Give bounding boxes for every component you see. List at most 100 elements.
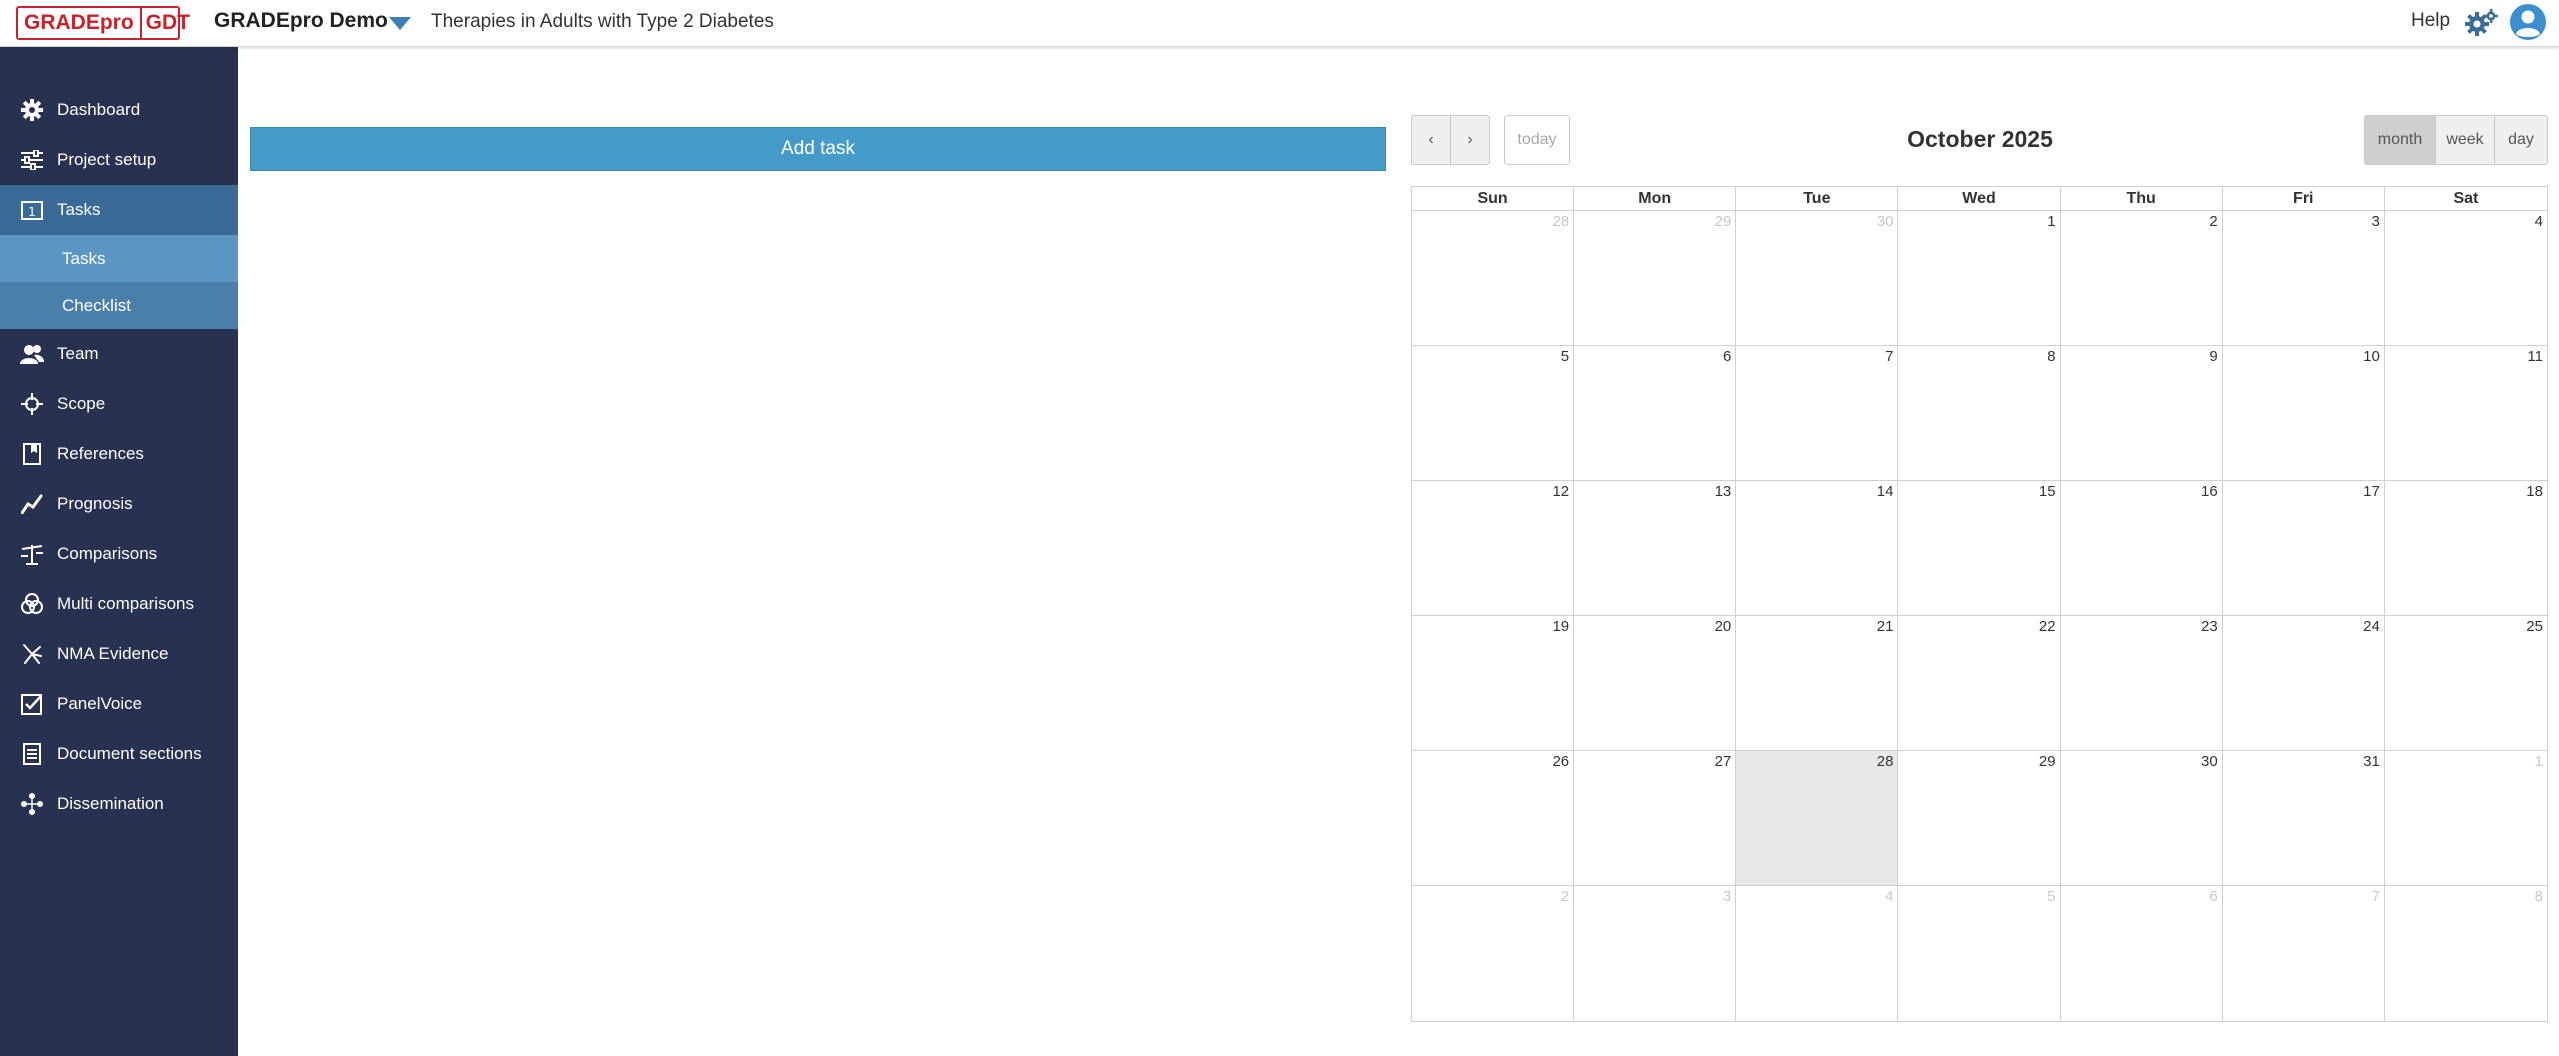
project-name[interactable]: GRADEpro Demo xyxy=(214,9,388,33)
day-number: 12 xyxy=(1552,483,1570,500)
day-cell[interactable]: 6 xyxy=(2061,886,2223,1021)
day-cell[interactable]: 19 xyxy=(1412,616,1575,751)
day-cell[interactable]: 11 xyxy=(2384,346,2547,481)
day-cell[interactable]: 8 xyxy=(2385,886,2547,1021)
calendar-today-button[interactable]: today xyxy=(1504,115,1570,165)
sidebar-subitem-checklist[interactable]: Checklist xyxy=(0,282,238,329)
day-number: 13 xyxy=(1714,483,1732,500)
sidebar-item-panelvoice[interactable]: PanelVoice xyxy=(0,679,238,729)
help-link[interactable]: Help xyxy=(2411,10,2450,32)
day-number: 23 xyxy=(2201,618,2218,635)
view-month-button[interactable]: month xyxy=(2364,115,2436,165)
day-cell[interactable]: 17 xyxy=(2222,481,2385,616)
sidebar-item-dissemination[interactable]: Dissemination xyxy=(0,779,238,829)
book-icon xyxy=(19,441,45,467)
day-number: 2 xyxy=(2209,213,2218,230)
day-cell[interactable]: 12 xyxy=(1412,481,1575,616)
sidebar-item-dashboard[interactable]: Dashboard xyxy=(0,85,238,135)
checkbox-icon xyxy=(19,691,45,717)
day-cell[interactable]: 7 xyxy=(1736,346,1899,481)
sidebar-item-team[interactable]: Team xyxy=(0,329,238,379)
day-cell[interactable]: 28 xyxy=(1412,211,1575,346)
day-number: 4 xyxy=(1885,888,1894,905)
view-day-button[interactable]: day xyxy=(2494,115,2548,165)
day-number: 31 xyxy=(2363,753,2380,770)
calendar-days: 28 29 30 1 2 3 4 5 6 7 8 9 10 11 12 13 1… xyxy=(1412,211,2547,1021)
day-number: 14 xyxy=(1876,483,1894,500)
sidebar-item-tasks[interactable]: 1 Tasks xyxy=(0,185,238,235)
day-number: 16 xyxy=(2201,483,2218,500)
weekday-label: Mon xyxy=(1574,187,1737,210)
day-cell[interactable]: 25 xyxy=(2384,616,2547,751)
day-cell[interactable]: 13 xyxy=(1574,481,1737,616)
day-cell[interactable]: 10 xyxy=(2222,346,2385,481)
sidebar-item-prognosis[interactable]: Prognosis xyxy=(0,479,238,529)
day-cell[interactable]: 8 xyxy=(1898,346,2061,481)
day-cell[interactable]: 2 xyxy=(1412,886,1575,1021)
sidebar-item-nma-evidence[interactable]: NMA Evidence xyxy=(0,629,238,679)
day-cell[interactable]: 18 xyxy=(2384,481,2547,616)
sliders-icon xyxy=(19,147,45,173)
weekday-label: Sat xyxy=(2453,190,2479,207)
day-cell[interactable]: 16 xyxy=(2060,481,2223,616)
logo-text: GRADEpro xyxy=(24,11,134,34)
day-cell[interactable]: 22 xyxy=(1898,616,2061,751)
sidebar-item-label: Project setup xyxy=(57,150,157,169)
day-cell[interactable]: 15 xyxy=(1898,481,2061,616)
day-cell[interactable]: 6 xyxy=(1574,346,1737,481)
day-cell[interactable]: 1 xyxy=(1898,211,2061,346)
day-cell[interactable]: 31 xyxy=(2222,751,2385,886)
user-avatar-icon[interactable] xyxy=(2509,3,2547,41)
day-cell[interactable]: 14 xyxy=(1736,481,1899,616)
venn-icon xyxy=(19,591,45,617)
calendar-next-button[interactable]: › xyxy=(1450,115,1490,165)
day-number: 17 xyxy=(2363,483,2380,500)
day-number: 22 xyxy=(2038,618,2056,635)
day-cell[interactable]: 1 xyxy=(2384,751,2547,886)
sidebar-item-label: NMA Evidence xyxy=(57,644,169,663)
day-cell[interactable]: 7 xyxy=(2223,886,2385,1021)
day-number: 7 xyxy=(1885,348,1894,365)
sidebar-item-label: References xyxy=(57,444,144,463)
sidebar-item-comparisons[interactable]: Comparisons xyxy=(0,529,238,579)
day-cell[interactable]: 2 xyxy=(2060,211,2223,346)
day-cell[interactable]: 3 xyxy=(2222,211,2385,346)
sidebar-item-label: Scope xyxy=(57,394,106,413)
day-number: 11 xyxy=(2527,348,2543,365)
day-cell[interactable]: 21 xyxy=(1736,616,1899,751)
gradepro-logo[interactable]: GRADEpro GDT xyxy=(16,6,190,40)
day-number: 24 xyxy=(2363,618,2380,635)
sidebar-subitem-tasks[interactable]: Tasks xyxy=(0,235,238,282)
day-number: 29 xyxy=(2038,753,2056,770)
day-cell[interactable]: 9 xyxy=(2060,346,2223,481)
day-cell[interactable]: 26 xyxy=(1412,751,1575,886)
sidebar-item-project-setup[interactable]: Project setup xyxy=(0,135,238,185)
day-cell[interactable]: 29 xyxy=(1574,211,1737,346)
settings-gears-icon[interactable] xyxy=(2464,7,2500,37)
day-cell[interactable]: 3 xyxy=(1574,886,1737,1021)
sidebar-item-multi-comparisons[interactable]: Multi comparisons xyxy=(0,579,238,629)
day-cell[interactable]: 4 xyxy=(2384,211,2547,346)
sidebar-item-scope[interactable]: Scope xyxy=(0,379,238,429)
day-cell[interactable]: 30 xyxy=(1736,211,1899,346)
day-cell[interactable]: 27 xyxy=(1574,751,1737,886)
day-number: 27 xyxy=(1714,753,1732,770)
day-cell[interactable]: 20 xyxy=(1574,616,1737,751)
day-cell[interactable]: 4 xyxy=(1736,886,1899,1021)
sidebar-item-references[interactable]: References xyxy=(0,429,238,479)
sidebar-item-document-sections[interactable]: Document sections xyxy=(0,729,238,779)
day-cell[interactable]: 29 xyxy=(1898,751,2061,886)
day-cell[interactable]: 24 xyxy=(2222,616,2385,751)
day-cell[interactable]: 5 xyxy=(1898,886,2061,1021)
view-week-button[interactable]: week xyxy=(2435,115,2495,165)
calendar-prev-button[interactable]: ‹ xyxy=(1411,115,1451,165)
day-cell-today[interactable]: 28 xyxy=(1736,751,1899,886)
project-dropdown-icon[interactable] xyxy=(389,17,411,30)
add-task-button[interactable]: Add task xyxy=(250,127,1386,171)
day-cell[interactable]: 23 xyxy=(2060,616,2223,751)
sidebar-item-label: Comparisons xyxy=(57,544,158,563)
network-icon xyxy=(19,641,45,667)
day-cell[interactable]: 5 xyxy=(1412,346,1575,481)
day-cell[interactable]: 30 xyxy=(2060,751,2223,886)
day-number: 18 xyxy=(2526,483,2543,500)
